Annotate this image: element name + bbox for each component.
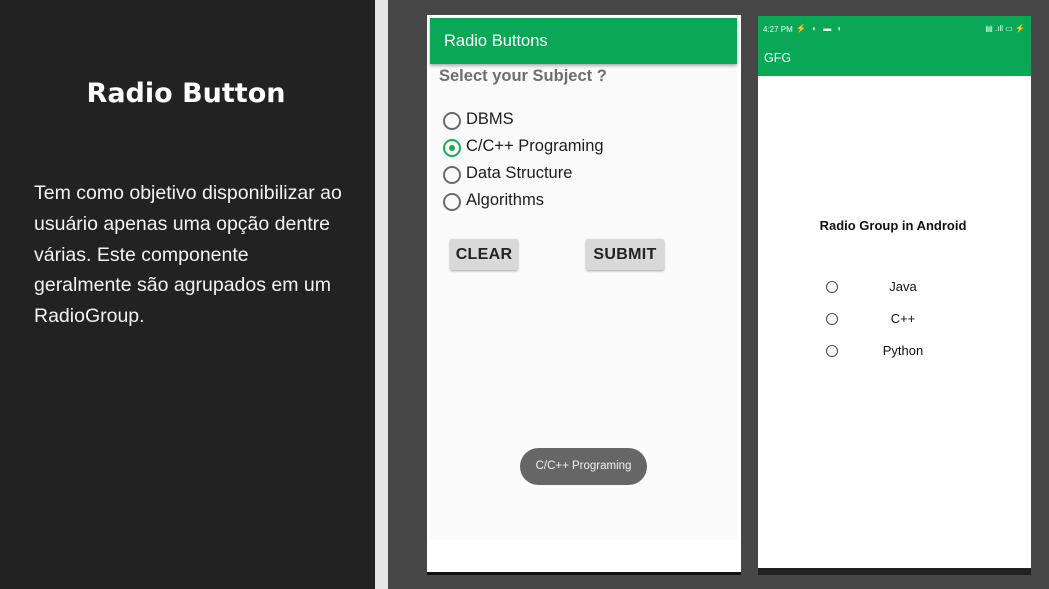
panel-divider [375,0,388,589]
radio-option-dbms[interactable]: DBMS [443,110,723,132]
phone-bottom-edge [427,572,741,575]
radio-checked-icon [443,139,461,157]
radio-label: Algorithms [466,191,544,209]
app-bar: Radio Buttons [430,18,737,64]
app-bar-title: Radio Buttons [444,32,548,50]
battery-signal-icon: ▤ .ıll ▭ ⚡ [985,24,1025,33]
radio-option-python[interactable]: Python [826,343,986,359]
notification-icons: ⚡ ◐ ▬ ◐ [796,24,845,33]
submit-button[interactable]: SUBMIT [586,239,664,270]
radio-label: C/C++ Programing [466,137,604,155]
radio-circle-icon [443,193,461,211]
radio-group-heading: Radio Group in Android [819,218,967,233]
slide-title: Radio Button [86,78,286,109]
radio-option-cpp[interactable]: C++ [826,311,986,327]
subject-question: Select your Subject ? [439,67,607,85]
radio-label: Java [889,279,917,294]
slide-panel: Radio Button Tem como objetivo disponibi… [0,0,375,589]
radio-label: Python [882,343,924,358]
status-time: 4:27 PM [763,25,793,34]
phone-bottom-edge [758,568,1031,575]
radio-circle-icon [826,281,838,293]
status-bar: 4:27 PM ⚡ ◐ ▬ ◐ ▤ .ıll ▭ ⚡ [758,16,1031,44]
radio-option-algorithms[interactable]: Algorithms [443,191,723,213]
radio-circle-icon [826,313,838,325]
radio-option-java[interactable]: Java [826,279,986,295]
radio-option-cpp[interactable]: C/C++ Programing [443,137,723,159]
radio-circle-icon [443,112,461,130]
radio-label: Data Structure [466,164,573,182]
radio-label: DBMS [466,110,514,128]
clear-button[interactable]: CLEAR [450,239,518,270]
app-bar: GFG [758,44,1031,76]
app-bar-title: GFG [764,51,792,65]
toast-message: C/C++ Programing [520,448,647,485]
radio-buttons-screen: Radio Buttons Select your Subject ? DBMS… [430,18,737,540]
slide-description: Tem como objetivo disponibilizar ao usuá… [34,182,342,328]
radio-circle-icon [443,166,461,184]
radio-label: C++ [890,311,916,326]
radio-circle-icon [826,345,838,357]
radio-option-data-structure[interactable]: Data Structure [443,164,723,186]
phone-screenshot-radio-group: 4:27 PM ⚡ ◐ ▬ ◐ ▤ .ıll ▭ ⚡ GFG Radio Gro… [758,16,1031,575]
